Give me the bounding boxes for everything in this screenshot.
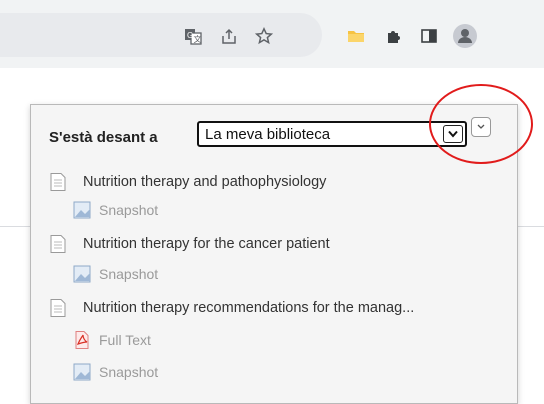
- attachment-label: Snapshot: [99, 266, 159, 282]
- page-divider: [516, 226, 544, 227]
- attachment-item: Snapshot: [31, 265, 517, 291]
- document-icon: [50, 173, 66, 191]
- item-title: Nutrition therapy and pathophysiology: [83, 174, 327, 190]
- snapshot-icon: [73, 201, 91, 219]
- pdf-icon: [75, 331, 89, 349]
- list-item[interactable]: Nutrition therapy for the cancer patient: [31, 235, 517, 261]
- extensions-icon[interactable]: [384, 26, 404, 46]
- item-title: Nutrition therapy recommendations for th…: [83, 300, 415, 316]
- document-icon: [50, 299, 66, 317]
- highlight-annotation-circle: [429, 84, 533, 164]
- attachment-label: Full Text: [99, 332, 151, 348]
- list-item[interactable]: Nutrition therapy recommendations for th…: [31, 299, 517, 325]
- svg-text:文: 文: [194, 34, 202, 44]
- snapshot-icon: [73, 265, 91, 283]
- browser-toolbar: G 文: [0, 0, 544, 68]
- library-select-value: La meva biblioteca: [205, 126, 331, 143]
- snapshot-icon: [73, 363, 91, 381]
- side-panel-icon[interactable]: [419, 26, 439, 46]
- folder-icon[interactable]: [346, 26, 366, 46]
- attachment-label: Snapshot: [99, 202, 159, 218]
- attachment-label: Snapshot: [99, 364, 159, 380]
- svg-text:G: G: [187, 31, 193, 40]
- document-icon: [50, 235, 66, 253]
- save-label: S'està desant a: [49, 129, 158, 146]
- share-icon[interactable]: [219, 26, 239, 46]
- item-title: Nutrition therapy for the cancer patient: [83, 236, 330, 252]
- list-item[interactable]: Nutrition therapy and pathophysiology: [31, 173, 517, 199]
- attachment-item: Snapshot: [31, 363, 517, 389]
- profile-icon[interactable]: [452, 23, 478, 49]
- attachment-item: Full Text: [31, 331, 517, 357]
- attachment-item: Snapshot: [31, 201, 517, 227]
- translate-icon[interactable]: G 文: [183, 26, 203, 46]
- library-select[interactable]: La meva biblioteca: [197, 121, 467, 147]
- star-icon[interactable]: [254, 26, 274, 46]
